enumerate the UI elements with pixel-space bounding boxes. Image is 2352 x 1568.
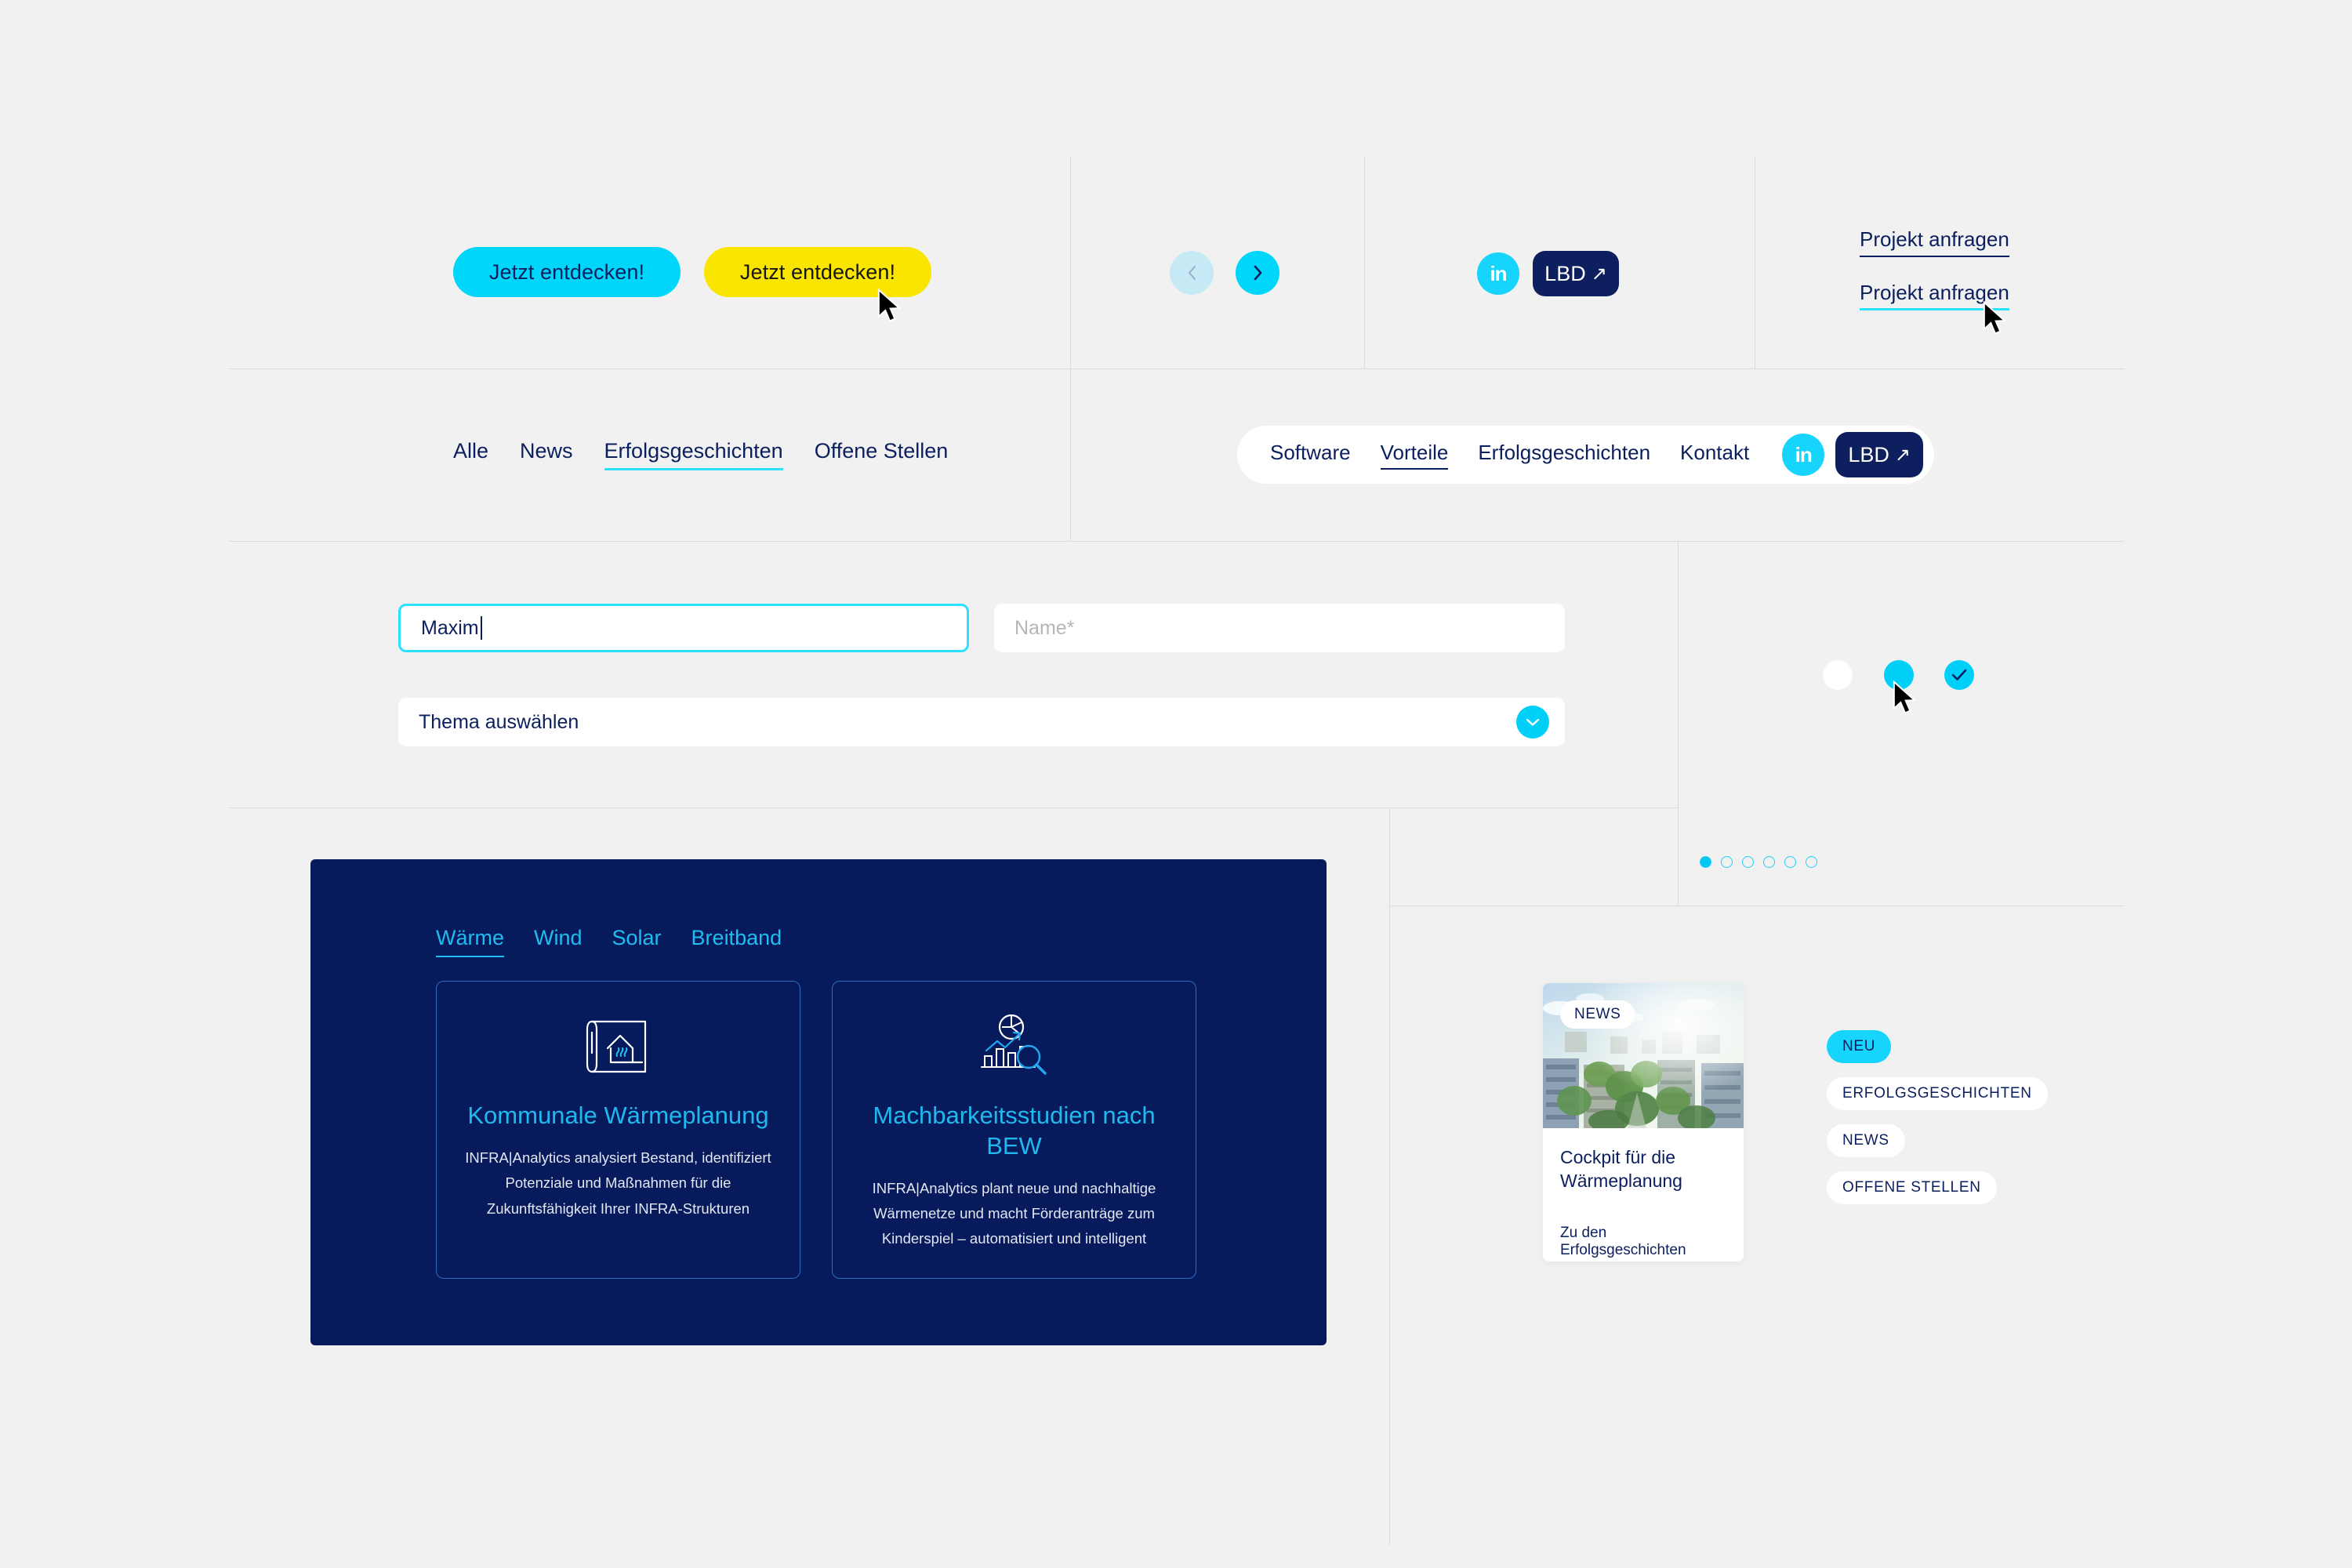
topic-select[interactable]: Thema auswählen [398, 698, 1565, 746]
divider-horizontal-top [229, 368, 2125, 369]
chevron-down-glyph [1526, 718, 1540, 726]
divider-vertical-5 [1389, 808, 1390, 1544]
carousel-next-button[interactable] [1236, 251, 1279, 295]
discover-button-secondary[interactable]: Jetzt entdecken! [704, 247, 931, 297]
lbd-button-label: LBD [1544, 261, 1586, 285]
nav-item-erfolgsgeschichten-label: Erfolgsgeschichten [1478, 440, 1651, 464]
tag-offene-stellen-label: OFFENE STELLEN [1842, 1179, 1981, 1196]
chevron-left-icon [1188, 265, 1196, 281]
chevron-right-icon [1254, 265, 1262, 281]
discover-button-secondary-label: Jetzt entdecken! [739, 260, 896, 284]
product-panel-tabs: Wärme Wind Solar Breitband [436, 926, 782, 957]
news-card-body: Cockpit für die Wärmeplanung Zu den Erfo… [1543, 1128, 1744, 1261]
product-card-waermeplanung-desc: INFRA|Analytics analysiert Bestand, iden… [465, 1149, 771, 1217]
product-card-machbarkeitsstudien[interactable]: Machbarkeitsstudien nach BEW INFRA|Analy… [832, 981, 1196, 1279]
carousel-dot-2[interactable] [1721, 856, 1733, 868]
discover-button-primary-label: Jetzt entdecken! [488, 260, 645, 284]
product-card-waermeplanung-title: Kommunale Wärmeplanung [467, 1102, 769, 1129]
nav-item-software-label: Software [1270, 440, 1351, 464]
news-card-title: Cockpit für die Wärmeplanung [1560, 1147, 1682, 1192]
main-navigation-pill: Software Vorteile Erfolgsgeschichten Kon… [1237, 426, 1935, 484]
carousel-prev-button[interactable] [1170, 251, 1214, 295]
external-link-arrow-icon: ↗ [1894, 444, 1911, 466]
news-card[interactable]: NEWS Cockpit für die Wärmeplanung Zu den… [1543, 983, 1744, 1261]
product-card-waermeplanung[interactable]: Kommunale Wärmeplanung INFRA|Analytics a… [436, 981, 800, 1279]
discover-button-primary[interactable]: Jetzt entdecken! [453, 247, 681, 297]
blueprint-house-heat-icon [584, 1008, 653, 1083]
tag-erfolgsgeschichten-label: ERFOLGSGESCHICHTEN [1842, 1085, 2032, 1102]
filter-tab-alle-label: Alle [453, 439, 489, 463]
news-card-image: NEWS [1543, 983, 1744, 1128]
filter-tab-alle[interactable]: Alle [453, 439, 488, 470]
tag-erfolgsgeschichten[interactable]: ERFOLGSGESCHICHTEN [1827, 1077, 2048, 1110]
filter-tab-news[interactable]: News [520, 439, 573, 470]
linkedin-icon-button[interactable]: in [1477, 252, 1519, 295]
carousel-dot-5[interactable] [1784, 856, 1796, 868]
carousel-dot-3[interactable] [1742, 856, 1754, 868]
tag-neu-label: NEU [1842, 1038, 1876, 1054]
request-project-link-hovered[interactable]: Projekt anfragen [1860, 281, 2009, 310]
filter-tab-offene-stellen-label: Offene Stellen [814, 439, 949, 463]
filter-tabs: Alle News Erfolgsgeschichten Offene Stel… [453, 439, 948, 470]
panel-tab-waerme[interactable]: Wärme [436, 926, 504, 957]
panel-tab-waerme-label: Wärme [436, 926, 504, 949]
tag-offene-stellen[interactable]: OFFENE STELLEN [1827, 1171, 1997, 1204]
nav-item-kontakt[interactable]: Kontakt [1680, 441, 1749, 470]
check-icon [1951, 669, 1967, 681]
panel-tab-wind[interactable]: Wind [534, 926, 583, 957]
linkedin-icon: in [1490, 261, 1507, 285]
product-card-machbarkeitsstudien-desc: INFRA|Analytics plant neue und nachhalti… [872, 1179, 1156, 1247]
request-project-link-hovered-label: Projekt anfragen [1860, 281, 2009, 304]
nav-item-kontakt-label: Kontakt [1680, 440, 1750, 464]
tag-news[interactable]: NEWS [1827, 1124, 1905, 1157]
analytics-chart-magnifier-icon [978, 1008, 1051, 1083]
product-panel: Wärme Wind Solar Breitband Kommunale Wär… [310, 859, 1327, 1345]
request-project-link-default-label: Projekt anfragen [1860, 227, 2009, 251]
nav-item-software[interactable]: Software [1270, 441, 1351, 470]
checkbox-hovered[interactable] [1884, 660, 1914, 690]
lbd-button-hero[interactable]: LBD ↗ [1533, 251, 1619, 296]
nav-item-vorteile[interactable]: Vorteile [1380, 440, 1449, 470]
nav-item-vorteile-label: Vorteile [1380, 440, 1449, 464]
linkedin-icon: in [1795, 442, 1813, 466]
news-card-link[interactable]: Zu den Erfolgsgeschichten [1560, 1225, 1726, 1261]
product-card-machbarkeitsstudien-title: Machbarkeitsstudien nach BEW [873, 1102, 1156, 1160]
filter-tab-offene-stellen[interactable]: Offene Stellen [815, 439, 949, 470]
external-link-arrow-icon: ↗ [1591, 263, 1607, 285]
news-card-badge: NEWS [1560, 1000, 1635, 1029]
name-input-placeholder: Name* [1014, 616, 1075, 639]
lbd-button-label: LBD [1848, 442, 1889, 466]
carousel-dot-4[interactable] [1763, 856, 1775, 868]
divider-vertical-4 [1678, 541, 1679, 906]
checkbox-checked[interactable] [1944, 660, 1974, 690]
filter-tab-erfolgsgeschichten-label: Erfolgsgeschichten [604, 439, 783, 463]
checkbox-unchecked[interactable] [1823, 660, 1853, 690]
text-caret [480, 616, 482, 640]
first-name-input[interactable]: Maxim [398, 604, 969, 652]
divider-vertical-2 [1364, 157, 1365, 368]
tag-news-label: NEWS [1842, 1132, 1889, 1149]
panel-tab-breitband-label: Breitband [691, 926, 782, 949]
carousel-pagination [1700, 856, 1817, 868]
carousel-dot-6[interactable] [1806, 856, 1817, 868]
nav-item-erfolgsgeschichten[interactable]: Erfolgsgeschichten [1478, 441, 1650, 470]
divider-horizontal-mid [229, 541, 2125, 542]
tag-neu[interactable]: NEU [1827, 1030, 1892, 1063]
panel-tab-wind-label: Wind [534, 926, 583, 949]
divider-vertical-1 [1070, 157, 1071, 541]
topic-select-label: Thema auswählen [419, 710, 579, 733]
chevron-down-icon[interactable] [1516, 706, 1549, 739]
first-name-input-value: Maxim [421, 616, 479, 639]
filter-tab-erfolgsgeschichten[interactable]: Erfolgsgeschichten [604, 439, 783, 470]
panel-tab-solar[interactable]: Solar [612, 926, 662, 957]
filter-tab-news-label: News [520, 439, 573, 463]
carousel-dot-1[interactable] [1700, 856, 1711, 868]
request-project-link-default[interactable]: Projekt anfragen [1860, 227, 2009, 257]
screenshot-canvas: Jetzt entdecken! Jetzt entdecken! in LBD… [0, 0, 2352, 1568]
panel-tab-breitband[interactable]: Breitband [691, 926, 782, 957]
panel-tab-solar-label: Solar [612, 926, 662, 949]
nav-linkedin-button[interactable]: in [1782, 434, 1825, 476]
name-input[interactable]: Name* [994, 604, 1565, 652]
nav-lbd-button[interactable]: LBD ↗ [1835, 432, 1924, 477]
